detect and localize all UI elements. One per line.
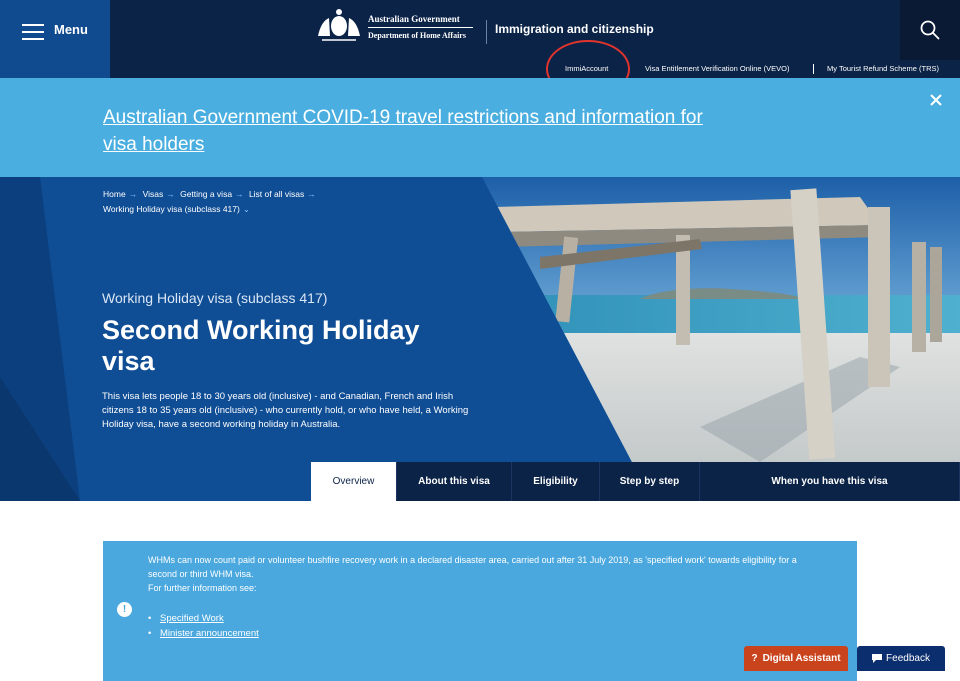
feedback-label: Feedback (886, 653, 930, 664)
menu-button[interactable]: Menu (0, 0, 110, 78)
breadcrumb-getting-a-visa[interactable]: Getting a visa (180, 189, 232, 199)
department-logo-text: Australian Government Department of Home… (368, 14, 473, 40)
info-icon: ! (117, 602, 132, 617)
covid-banner: Australian Government COVID-19 travel re… (0, 78, 960, 177)
nav-divider (813, 64, 814, 74)
list-item: Specified Work (148, 611, 259, 626)
search-icon (920, 20, 940, 40)
alert-further: For further information see: (148, 583, 257, 593)
visa-subclass: Working Holiday visa (subclass 417) (102, 290, 328, 306)
menu-label: Menu (54, 22, 88, 37)
alert-links: Specified Work Minister announcement (148, 611, 259, 641)
digital-assistant-button[interactable]: ? Digital Assistant (744, 646, 848, 671)
hero-section: Home → Visas → Getting a visa → List of all… (0, 177, 960, 501)
chat-bubble-icon (872, 654, 883, 663)
breadcrumb-visas[interactable]: Visas (143, 189, 164, 199)
arrow-right-icon: → (235, 189, 244, 199)
list-item: Minister announcement (148, 626, 259, 641)
close-icon[interactable] (926, 90, 946, 110)
breadcrumb-list-of-all-visas[interactable]: List of all visas (249, 189, 304, 199)
digital-assistant-label: Digital Assistant (762, 653, 841, 664)
site-title[interactable]: Immigration and citizenship (495, 22, 654, 36)
utility-nav: ImmiAccount Visa Entitlement Verificatio… (110, 60, 960, 78)
feedback-button[interactable]: Feedback (857, 646, 945, 671)
breadcrumb-home[interactable]: Home (103, 189, 126, 199)
tab-when-you-have-this-visa[interactable]: When you have this visa (700, 462, 960, 501)
breadcrumb-current[interactable]: Working Holiday visa (subclass 417) (103, 204, 240, 214)
tab-about-this-visa[interactable]: About this visa (397, 462, 512, 501)
alert-text: WHMs can now count paid or volunteer bus… (148, 553, 808, 595)
alert-message: WHMs can now count paid or volunteer bus… (148, 555, 797, 579)
arrow-right-icon: → (307, 189, 316, 199)
arrow-right-icon: → (128, 189, 138, 199)
vevo-link[interactable]: Visa Entitlement Verification Online (VE… (645, 64, 790, 73)
visa-description: This visa lets people 18 to 30 years old… (102, 391, 469, 430)
covid-banner-link[interactable]: Australian Government COVID-19 travel re… (103, 104, 723, 158)
tab-overview[interactable]: Overview (311, 462, 397, 501)
page-title: Second Working Holiday visa (102, 315, 420, 376)
minister-announcement-link[interactable]: Minister announcement (160, 628, 259, 639)
top-header (0, 0, 960, 60)
search-button[interactable] (900, 0, 960, 60)
tab-step-by-step[interactable]: Step by step (600, 462, 700, 501)
breadcrumb: Home → Visas → Getting a visa → List of all… (103, 187, 363, 217)
question-icon: ? (751, 653, 758, 664)
coat-of-arms-logo[interactable] (314, 6, 364, 44)
visa-tabs: Overview About this visa Eligibility Ste… (311, 462, 960, 501)
tab-eligibility[interactable]: Eligibility (512, 462, 600, 501)
specified-work-link[interactable]: Specified Work (160, 613, 224, 624)
header-divider (486, 20, 487, 44)
trs-link[interactable]: My Tourist Refund Scheme (TRS) (827, 64, 939, 73)
govt-line1: Australian Government (368, 14, 473, 28)
chevron-down-icon[interactable]: ⌄ (243, 204, 250, 214)
hamburger-icon (22, 24, 44, 40)
govt-line2: Department of Home Affairs (368, 31, 466, 40)
arrow-right-icon: → (166, 189, 175, 199)
